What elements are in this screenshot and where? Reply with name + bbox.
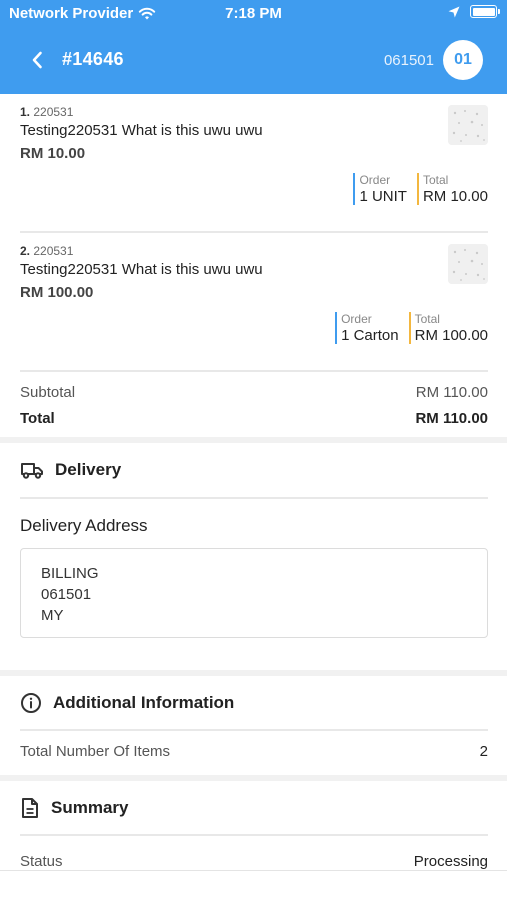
- document-icon: [22, 798, 38, 818]
- status-time: 7:18 PM: [225, 5, 282, 22]
- item-metrics: Order 1 Carton Total RM 100.00: [335, 312, 488, 344]
- total-value: RM 100.00: [414, 327, 488, 344]
- order-metric: Order 1 Carton: [335, 312, 399, 344]
- section-separator: [0, 775, 507, 781]
- product-thumbnail: [448, 244, 488, 284]
- pattern-image-icon: [448, 105, 488, 145]
- delivery-address-box: BILLING 061501 MY: [20, 548, 488, 638]
- address-line: MY: [41, 607, 64, 624]
- total-value: RM 10.00: [422, 188, 488, 205]
- pattern-image-icon: [448, 244, 488, 284]
- total-label: Total: [422, 173, 449, 187]
- battery-icon: [470, 5, 500, 18]
- subtotal-label: Subtotal: [20, 384, 76, 401]
- section-divider: [20, 729, 488, 731]
- section-separator: [0, 437, 507, 443]
- customer-badge[interactable]: 01: [443, 40, 483, 80]
- app-header: Network Provider 7:18 PM #14646 061501 0…: [0, 0, 507, 94]
- total-metric: Total RM 10.00: [416, 173, 488, 205]
- order-value: 1 UNIT: [359, 188, 407, 205]
- section-divider: [20, 834, 488, 836]
- customer-code: 061501: [383, 52, 434, 69]
- status-row: Status Processing: [20, 853, 488, 870]
- item-index: 2. 220531: [20, 244, 74, 258]
- section-separator: [0, 670, 507, 676]
- back-button[interactable]: [26, 48, 48, 72]
- total-row: Total RM 110.00: [20, 410, 488, 427]
- status-label: Status: [20, 853, 63, 870]
- location-arrow-icon: [448, 6, 460, 17]
- item-metrics: Order 1 UNIT Total RM 10.00: [353, 173, 488, 205]
- info-icon: [21, 693, 41, 713]
- summary-section-title: Summary: [20, 797, 128, 819]
- order-item[interactable]: 2. 220531 Testing220531 What is this uwu…: [20, 244, 488, 354]
- status-bar: Network Provider 7:18 PM: [0, 0, 507, 28]
- nav-bar: #14646 061501 01: [0, 38, 507, 82]
- status-value: Processing: [413, 853, 488, 870]
- total-metric: Total RM 100.00: [408, 312, 488, 344]
- item-sku: 220531: [33, 105, 74, 119]
- total-label: Total: [20, 410, 55, 427]
- order-label: Order: [359, 173, 391, 187]
- item-price: RM 10.00: [20, 145, 86, 162]
- order-value: 1 Carton: [341, 327, 399, 344]
- total-items-value: 2: [479, 743, 488, 760]
- status-right: [448, 5, 500, 18]
- item-name: Testing220531 What is this uwu uwu: [20, 261, 263, 278]
- item-name: Testing220531 What is this uwu uwu: [20, 122, 263, 139]
- product-thumbnail: [448, 105, 488, 145]
- delivery-section-title: Delivery: [20, 460, 121, 480]
- total-items-row: Total Number Of Items 2: [20, 743, 488, 760]
- delivery-title: Delivery: [55, 460, 122, 479]
- item-price: RM 100.00: [20, 284, 94, 301]
- delivery-address-label: Delivery Address: [20, 516, 148, 535]
- section-divider: [20, 497, 488, 499]
- order-metric: Order 1 UNIT: [353, 173, 407, 205]
- chevron-left-icon: [32, 51, 42, 69]
- item-sku: 220531: [33, 244, 74, 258]
- additional-info-title: Additional Information: [53, 693, 235, 712]
- total-value: RM 110.00: [415, 410, 488, 427]
- item-index: 1. 220531: [20, 105, 74, 119]
- total-label: Total: [414, 312, 440, 326]
- truck-icon: [21, 463, 43, 479]
- bottom-edge: [0, 870, 507, 871]
- subtotal-row: Subtotal RM 110.00: [20, 384, 488, 401]
- item-divider: [20, 370, 488, 372]
- address-line: 061501: [41, 586, 92, 603]
- order-label: Order: [341, 312, 372, 326]
- summary-title: Summary: [51, 798, 129, 817]
- order-number-title: #14646: [62, 49, 124, 69]
- address-line: BILLING: [41, 565, 99, 582]
- additional-info-section-title: Additional Information: [20, 692, 234, 714]
- subtotal-value: RM 110.00: [415, 384, 488, 401]
- item-divider: [20, 231, 488, 233]
- total-items-label: Total Number Of Items: [20, 743, 171, 760]
- order-item[interactable]: 1. 220531 Testing220531 What is this uwu…: [20, 105, 488, 215]
